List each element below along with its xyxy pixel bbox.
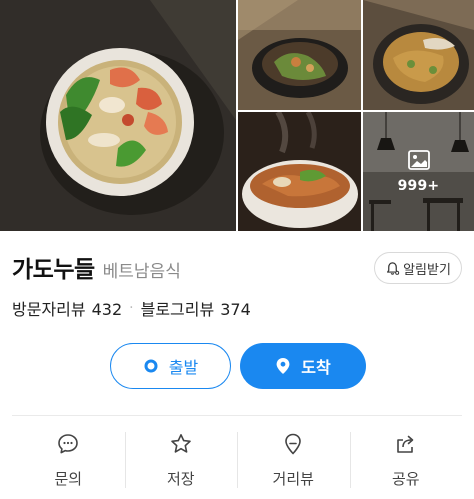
photo-gallery: 999+ [0, 0, 474, 231]
bell-icon [387, 261, 400, 275]
notify-button[interactable]: 알림받기 [374, 252, 462, 284]
main-photo[interactable] [0, 0, 236, 231]
place-title-row: 가도누들 베트남음식 [12, 250, 181, 284]
gallery-photo[interactable] [363, 0, 474, 110]
visitor-review-link[interactable]: 방문자리뷰 432 [12, 296, 122, 320]
action-bar: 문의 저장 거리뷰 공유 [12, 428, 462, 494]
street-view-button[interactable]: 거리뷰 [237, 428, 350, 494]
depart-label: 출발 [168, 358, 199, 377]
street-view-label: 거리뷰 [272, 470, 314, 488]
gallery-photo[interactable] [238, 0, 361, 110]
review-counts: 방문자리뷰 432 · 블로그리뷰 374 [12, 296, 251, 320]
image-icon [407, 149, 430, 170]
origin-dot-icon [144, 359, 158, 373]
blog-review-label: 블로그리뷰 [140, 300, 215, 319]
location-pin-icon [285, 433, 302, 455]
inquiry-button[interactable]: 문의 [12, 428, 125, 494]
separator-dot: · [129, 300, 134, 316]
gallery-photo[interactable] [238, 112, 361, 231]
inquiry-label: 문의 [54, 470, 83, 488]
depart-button[interactable]: 출발 [110, 343, 231, 389]
arrive-label: 도착 [301, 358, 331, 377]
save-label: 저장 [166, 470, 195, 488]
location-pin-icon [276, 358, 290, 374]
arrive-button[interactable]: 도착 [240, 343, 366, 389]
blog-review-link[interactable]: 블로그리뷰 374 [141, 296, 251, 320]
chat-icon [58, 434, 79, 454]
notify-label: 알림받기 [403, 262, 451, 278]
more-photos-count: 999+ [397, 177, 440, 194]
divider [12, 415, 462, 416]
save-button[interactable]: 저장 [124, 428, 238, 494]
star-icon [170, 434, 191, 453]
place-category: 베트남음식 [102, 262, 181, 282]
visitor-review-label: 방문자리뷰 [12, 300, 86, 319]
share-button[interactable]: 공유 [349, 428, 463, 494]
share-label: 공유 [391, 470, 420, 488]
gallery-more-photos[interactable]: 999+ [363, 112, 474, 231]
visitor-review-count: 432 [91, 300, 123, 319]
blog-review-count: 374 [220, 300, 251, 319]
place-name: 가도누들 [12, 257, 95, 283]
share-icon [396, 435, 414, 453]
more-photos-overlay: 999+ [363, 112, 474, 231]
